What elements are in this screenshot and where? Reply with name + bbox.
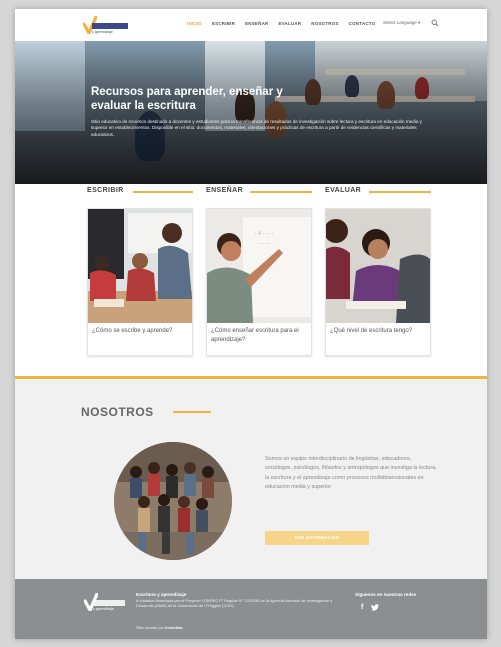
section-header: EVALUAR (325, 187, 431, 197)
logo-subtitle: y aprendizaje (92, 30, 113, 34)
card-image (88, 209, 192, 323)
team-photo (114, 442, 232, 560)
nav-evaluar[interactable]: EVALUAR (278, 21, 301, 26)
logo-wordmark (92, 23, 128, 29)
site-logo[interactable]: y aprendizaje (83, 16, 129, 34)
section-rule (369, 191, 431, 193)
footer-logo-subtitle: y aprendizaje (93, 607, 114, 611)
nav-nosotros[interactable]: NOSOTROS (311, 21, 338, 26)
sections-row: ESCRIBIR ¿Cómo se escribe y aprende? ENS… (87, 187, 432, 367)
nav-ensenar[interactable]: ENSEÑAR (245, 21, 268, 26)
hero-title: Recursos para aprender, enseñar y evalua… (91, 86, 283, 112)
section-title: ESCRIBIR (87, 187, 124, 194)
section-title: EVALUAR (325, 187, 362, 194)
hero-banner: Recursos para aprender, enseñar y evalua… (15, 41, 487, 184)
language-label: Select Language (383, 20, 417, 25)
page: y aprendizaje INICIO ESCRIBIR ENSEÑAR EV… (15, 9, 487, 639)
about-rule (173, 411, 211, 413)
main-nav: INICIO ESCRIBIR ENSEÑAR EVALUAR NOSOTROS… (187, 21, 375, 26)
footer-credit-link[interactable]: Inventiva (165, 625, 182, 630)
about-section: NOSOTROS Somos un equipo interdisciplina… (15, 379, 487, 579)
section-header: ESCRIBIR (87, 187, 193, 197)
social-title: Síguenos en nuestras redes (355, 592, 417, 597)
card-caption[interactable]: ¿Cómo enseñar escritura para el aprendiz… (211, 327, 307, 345)
more-info-button[interactable]: VER INFORMACIÓN (265, 531, 369, 545)
search-icon[interactable] (431, 19, 439, 27)
footer-logo[interactable]: y aprendizaje (84, 593, 126, 611)
facebook-icon[interactable]: f (361, 604, 363, 611)
footer-description: A Iniciativa financiada por el Proyecto … (136, 598, 333, 609)
card-image: · √ · · · · · · · · (207, 209, 311, 323)
hero-description: Sitio educativo de recursos destinado a … (91, 119, 422, 137)
language-select[interactable]: Select Language ▾ (383, 20, 420, 26)
section-rule (133, 191, 193, 193)
card-caption[interactable]: ¿Qué nivel de escritura tengo? (330, 327, 426, 336)
nav-escribir[interactable]: ESCRIBIR (212, 21, 235, 26)
nav-inicio[interactable]: INICIO (187, 21, 202, 26)
footer-title: Escritura y aprendizaje (136, 592, 187, 597)
section-header: ENSEÑAR (206, 187, 312, 197)
card-caption[interactable]: ¿Cómo se escribe y aprende? (92, 327, 188, 336)
footer-credit-prefix: Sitio creado por (136, 625, 165, 630)
footer-credit: Sitio creado por Inventiva (136, 625, 182, 630)
about-title: NOSOTROS (81, 405, 154, 419)
section-card[interactable]: ¿Qué nivel de escritura tengo? (325, 208, 431, 356)
nav-contacto[interactable]: CONTACTO (349, 21, 376, 26)
svg-text:· √ · · · ·: · √ · · · · (255, 230, 273, 237)
about-description: Somos un equipo interdisciplinario de li… (265, 456, 437, 490)
section-card[interactable]: · √ · · · · · · · · ¿Cómo enseñar escrit… (206, 208, 312, 356)
footer-logo-wordmark (93, 600, 125, 606)
section-title: ENSEÑAR (206, 187, 244, 194)
card-image (326, 209, 430, 323)
social-links: f (361, 604, 380, 611)
twitter-icon[interactable] (371, 604, 380, 611)
section-rule (250, 191, 312, 193)
section-card[interactable]: ¿Cómo se escribe y aprende? (87, 208, 193, 356)
site-footer: y aprendizaje Escritura y aprendizaje A … (15, 579, 487, 639)
site-header: y aprendizaje INICIO ESCRIBIR ENSEÑAR EV… (15, 9, 487, 41)
svg-text:· · · ·: · · · · (259, 241, 270, 247)
